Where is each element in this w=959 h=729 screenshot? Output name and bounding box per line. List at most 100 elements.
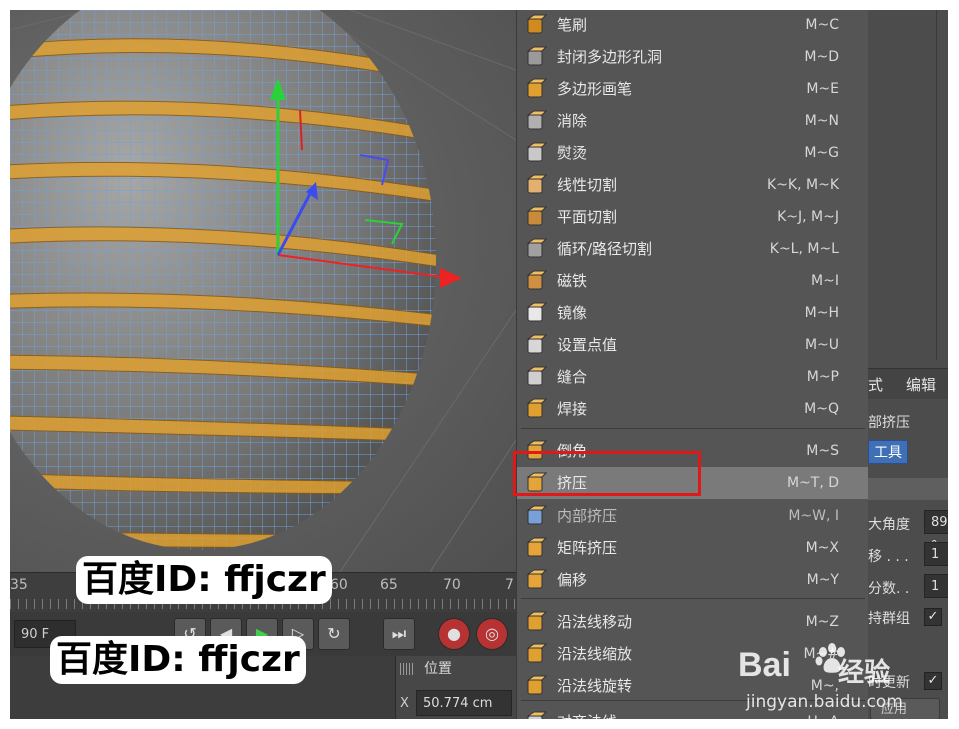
author-watermark: 百度ID: ffjczr <box>50 636 306 684</box>
menu-item-shortcut: M~Q <box>804 401 839 417</box>
menu-item-shortcut: M~Y <box>806 572 839 588</box>
offset-field[interactable]: 1 cm <box>924 542 948 586</box>
menu-item-label: 沿法线移动 <box>557 613 633 631</box>
menu-item-shortcut: K~J, M~J <box>777 209 839 225</box>
3d-viewport[interactable] <box>10 10 516 572</box>
author-watermark: 百度ID: ffjczr <box>76 556 332 604</box>
menu-item-label: 沿法线旋转 <box>557 677 633 695</box>
menu-item-shortcut: M~S <box>806 443 839 459</box>
max-angle-label: 大角度 <box>868 517 910 533</box>
key-icon: ● <box>447 624 461 643</box>
menu-item-shortcut: M~T, D <box>786 475 839 491</box>
timeline-tick: 70 <box>443 577 461 593</box>
extrude-inner-icon <box>525 505 548 527</box>
menu-item[interactable]: 沿法线移动 M~Z <box>517 606 869 638</box>
menu-item-shortcut: M~Z <box>805 614 839 630</box>
menu-item[interactable]: 设置点值 M~U <box>517 329 869 361</box>
menu-item-label: 内部挤压 <box>557 507 618 525</box>
menu-item-label: 矩阵挤压 <box>557 539 618 557</box>
polygon-pen-icon <box>525 78 548 100</box>
max-angle-field[interactable]: 89 ° <box>924 510 948 554</box>
tab-mode[interactable]: 式 <box>868 374 883 395</box>
menu-separator <box>521 428 865 429</box>
menu-item[interactable]: 磁铁 M~I <box>517 265 869 297</box>
menu-item[interactable]: 多边形画笔 M~E <box>517 73 869 105</box>
go-to-end-button[interactable]: ⏭ <box>383 618 415 650</box>
menu-item-shortcut: M~C <box>805 17 839 33</box>
panel-divider <box>936 10 937 360</box>
menu-item-label: 循环/路径切割 <box>557 240 653 258</box>
timeline-tick: 35 <box>10 577 28 593</box>
menu-item-label: 镜像 <box>557 304 588 322</box>
position-heading: 位置 <box>400 658 452 678</box>
menu-item[interactable]: 镜像 M~H <box>517 297 869 329</box>
menu-item-shortcut: M~U <box>804 337 839 353</box>
menu-item[interactable]: 笔刷 M~C <box>517 10 869 41</box>
autokey-button[interactable]: ◎ <box>476 618 508 650</box>
menu-item[interactable]: 内部挤压 M~W, I <box>517 500 869 532</box>
skip-end-icon: ⏭ <box>391 624 407 643</box>
menu-item-label: 封闭多边形孔洞 <box>557 48 663 66</box>
menu-item-shortcut: M~H <box>804 305 839 321</box>
menu-item-shortcut: K~L, M~L <box>769 241 839 257</box>
menu-item[interactable]: 线性切割 K~K, M~K <box>517 169 869 201</box>
menu-item-shortcut: K~K, M~K <box>767 177 839 193</box>
menu-item[interactable]: 循环/路径切割 K~L, M~L <box>517 233 869 265</box>
normal-scale-icon <box>525 643 548 665</box>
menu-item-shortcut: M~W, I <box>788 508 839 524</box>
offset-icon <box>525 569 548 591</box>
dissolve-icon <box>525 110 548 132</box>
menu-item-label: 消除 <box>557 112 588 130</box>
menu-item-label: 熨烫 <box>557 144 588 162</box>
magnet-icon <box>525 270 548 292</box>
subdivision-field[interactable]: 1 <box>924 574 948 598</box>
coordinates-panel: 位置 X 50.774 cm <box>395 656 517 719</box>
menu-item[interactable]: 缝合 M~P <box>517 361 869 393</box>
menu-item-label: 平面切割 <box>557 208 618 226</box>
screenshot-frame: 35 60 65 70 7 90 F ↺ ◀ ▶ ▷ ↻ ⏭ ● ◎ 位置 X … <box>10 10 948 719</box>
menu-item-label: 线性切割 <box>557 176 618 194</box>
record-key-button[interactable]: ● <box>438 618 470 650</box>
baidu-url: jingyan.baidu.com <box>746 692 903 712</box>
menu-item[interactable]: 焊接 M~Q <box>517 393 869 425</box>
tool-tab-button[interactable]: 工具 <box>868 440 908 464</box>
menu-item[interactable]: 平面切割 K~J, M~J <box>517 201 869 233</box>
menu-item-label: 焊接 <box>557 400 588 418</box>
menu-item[interactable]: 封闭多边形孔洞 M~D <box>517 41 869 73</box>
timeline-tick: 65 <box>380 577 398 593</box>
matrix-extrude-icon <box>525 537 548 559</box>
mesh-tools-menu: 笔刷 M~C 封闭多边形孔洞 M~D 多边形画笔 M~E 消除 M~N 熨烫 M~G 线性切割 K~K… <box>516 10 870 719</box>
weld-icon <box>525 398 548 420</box>
highlight-annotation <box>513 451 701 496</box>
knife-icon <box>525 174 548 196</box>
menu-item-label: 缝合 <box>557 368 588 386</box>
menu-item[interactable]: 熨烫 M~G <box>517 137 869 169</box>
menu-item-label: 磁铁 <box>557 272 588 290</box>
autokey-icon: ◎ <box>485 624 499 643</box>
loop-forward-icon: ↻ <box>327 624 341 643</box>
x-label: X <box>400 696 409 711</box>
menu-item[interactable]: 偏移 M~Y <box>517 564 869 596</box>
menu-item-shortcut: M~I <box>811 273 839 289</box>
menu-item-label: 多边形画笔 <box>557 80 633 98</box>
menu-item[interactable]: 矩阵挤压 M~X <box>517 532 869 564</box>
menu-item-shortcut: M~G <box>804 145 839 161</box>
position-x-field[interactable]: 50.774 cm <box>416 690 512 716</box>
menu-item[interactable]: 消除 M~N <box>517 105 869 137</box>
subdivision-label: 分数. . <box>868 581 910 597</box>
timeline-tick: 7 <box>505 577 514 593</box>
offset-label: 移 . . . <box>868 549 909 565</box>
tab-edit[interactable]: 编辑 <box>906 374 936 395</box>
menu-item-shortcut: M~N <box>804 113 839 129</box>
baidu-logo-cn: 经验 <box>838 658 891 688</box>
grip-icon <box>400 663 414 675</box>
normal-rotate-icon <box>525 675 548 697</box>
menu-item-label: 笔刷 <box>557 16 588 34</box>
menu-item-label: 沿法线缩放 <box>557 645 633 663</box>
loop-forward-button[interactable]: ↻ <box>318 618 350 650</box>
menu-item-shortcut: M~P <box>806 369 839 385</box>
preserve-groups-checkbox[interactable]: ✓ <box>924 608 942 626</box>
loop-cut-icon <box>525 238 548 260</box>
normal-move-icon <box>525 611 548 633</box>
stitch-icon <box>525 366 548 388</box>
